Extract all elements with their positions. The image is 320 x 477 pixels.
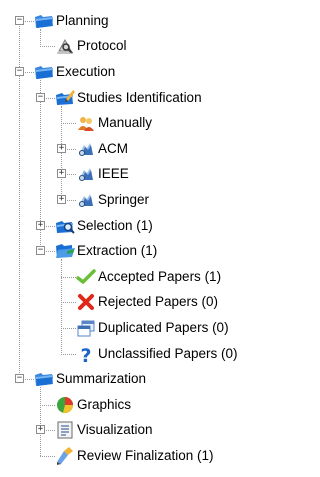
project-tree: − Planning Protocol − Execution − Studies Iden… bbox=[0, 0, 312, 477]
tree-node-label: Unclassified Papers (0) bbox=[98, 345, 238, 361]
collapse-toggle[interactable]: − bbox=[36, 246, 45, 256]
tree-node-unclassified-papers[interactable]: ? Unclassified Papers (0) bbox=[0, 341, 312, 367]
blue-folder-icon bbox=[34, 369, 54, 389]
search-source-icon bbox=[76, 190, 96, 210]
blue-folder-icon bbox=[34, 62, 54, 82]
tree-node-visualization[interactable]: + Visualization bbox=[0, 417, 312, 443]
blue-question-icon: ? bbox=[76, 344, 96, 364]
blue-folder-pencil-icon bbox=[55, 88, 75, 108]
tree-node-label: Manually bbox=[98, 115, 153, 131]
tree-node-springer[interactable]: + Springer bbox=[0, 187, 312, 213]
blue-folder-icon bbox=[34, 11, 54, 31]
tree-node-accepted-papers[interactable]: Accepted Papers (1) bbox=[0, 264, 312, 290]
tree-node-label: Summarization bbox=[56, 371, 147, 387]
tree-node-duplicated-papers[interactable]: Duplicated Papers (0) bbox=[0, 315, 312, 341]
tree-node-label: Springer bbox=[98, 192, 150, 207]
tree-node-label: Accepted Papers (1) bbox=[98, 268, 222, 284]
svg-text:?: ? bbox=[80, 345, 91, 364]
blue-folder-open-icon bbox=[55, 241, 75, 261]
duplicate-windows-icon bbox=[76, 318, 96, 338]
tree-node-studies-identification[interactable]: − Studies Identification bbox=[0, 85, 312, 111]
tree-node-label: IEEE bbox=[98, 166, 129, 182]
protocol-icon bbox=[55, 36, 75, 56]
tree-node-manually[interactable]: Manually bbox=[0, 110, 312, 136]
tree-node-summarization[interactable]: − Summarization bbox=[0, 366, 312, 392]
tree-node-planning[interactable]: − Planning bbox=[0, 8, 312, 34]
tree-node-label: Review Finalization (1) bbox=[77, 448, 214, 463]
search-source-icon bbox=[76, 139, 96, 159]
red-x-icon bbox=[76, 292, 96, 312]
collapse-toggle[interactable]: − bbox=[15, 15, 24, 25]
tree-node-ieee[interactable]: + IEEE bbox=[0, 161, 312, 187]
tree-node-selection[interactable]: + Selection (1) bbox=[0, 213, 312, 239]
tree-node-label: Duplicated Papers (0) bbox=[98, 320, 229, 335]
blue-folder-search-icon bbox=[55, 216, 75, 236]
tree-node-label: Extraction (1) bbox=[77, 243, 158, 259]
tree-node-execution[interactable]: − Execution bbox=[0, 59, 312, 85]
people-icon bbox=[76, 113, 96, 133]
tree-node-label: Rejected Papers (0) bbox=[98, 294, 219, 310]
tree-node-label: Studies Identification bbox=[77, 89, 202, 105]
tree-node-rejected-papers[interactable]: Rejected Papers (0) bbox=[0, 289, 312, 315]
tree-node-protocol[interactable]: Protocol bbox=[0, 33, 312, 59]
green-check-icon bbox=[76, 267, 96, 287]
search-source-icon bbox=[76, 164, 96, 184]
tree-node-acm[interactable]: + ACM bbox=[0, 136, 312, 162]
tree-node-extraction[interactable]: − Extraction (1) bbox=[0, 238, 312, 264]
expand-toggle[interactable]: + bbox=[57, 143, 66, 153]
tree-node-label: Visualization bbox=[77, 422, 153, 438]
pie-chart-icon bbox=[55, 395, 75, 415]
tree-node-label: ACM bbox=[98, 140, 128, 156]
tree-node-label: Execution bbox=[56, 64, 116, 79]
expand-toggle[interactable]: + bbox=[57, 169, 66, 179]
collapse-toggle[interactable]: − bbox=[15, 374, 24, 384]
tree-node-review-finalization[interactable]: Review Finalization (1) bbox=[0, 443, 312, 469]
collapse-toggle[interactable]: − bbox=[36, 92, 45, 102]
collapse-toggle[interactable]: − bbox=[15, 67, 24, 76]
tree-node-label: Selection (1) bbox=[77, 217, 153, 233]
document-list-icon bbox=[55, 420, 75, 440]
tree-node-label: Planning bbox=[56, 12, 109, 28]
expand-toggle[interactable]: + bbox=[36, 220, 45, 230]
tree-node-label: Protocol bbox=[77, 38, 127, 54]
tree-node-graphics[interactable]: Graphics bbox=[0, 392, 312, 418]
finalize-icon bbox=[55, 446, 75, 466]
expand-toggle[interactable]: + bbox=[36, 425, 45, 435]
tree-node-label: Graphics bbox=[77, 396, 132, 412]
expand-toggle[interactable]: + bbox=[57, 195, 66, 204]
